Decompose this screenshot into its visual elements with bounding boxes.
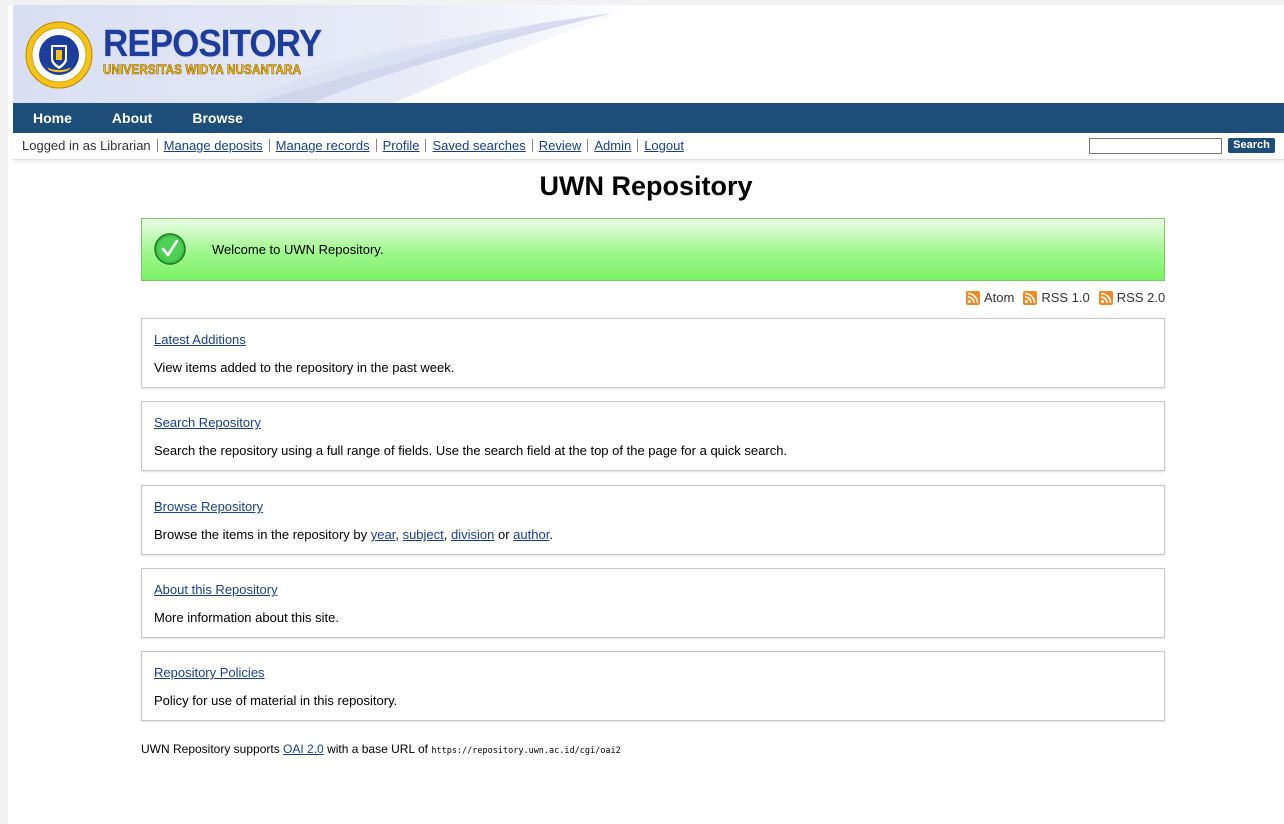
browse-sep: or — [494, 527, 514, 542]
rss2-label: RSS 2.0 — [1116, 290, 1166, 305]
search-repository-link[interactable]: Search Repository — [154, 415, 261, 430]
user-bar: Logged in as Librarian Manage deposits Man… — [13, 133, 1284, 160]
panel-about-repository: About this Repository More information a… — [141, 568, 1165, 638]
browse-by-subject-link[interactable]: subject — [403, 527, 444, 542]
admin-link[interactable]: Admin — [594, 138, 631, 153]
atom-feed-link[interactable]: Atom — [966, 290, 1014, 305]
search-button[interactable]: Search — [1228, 138, 1275, 153]
panel-search-repository: Search Repository Search the repository … — [141, 401, 1165, 471]
feed-links: Atom RSS 1.0 RSS 2.0 — [966, 290, 1165, 305]
checkmark-icon — [154, 233, 186, 265]
rss2-feed-link[interactable]: RSS 2.0 — [1098, 290, 1166, 305]
separator — [637, 139, 639, 152]
footer-prefix: UWN Repository supports — [141, 742, 284, 756]
browse-sep: , — [395, 527, 403, 542]
panel-latest-additions: Latest Additions View items added to the… — [141, 318, 1165, 388]
browse-by-division-link[interactable]: division — [451, 527, 494, 542]
browse-desc-prefix: Browse the items in the repository by — [154, 527, 371, 542]
rss1-feed-link[interactable]: RSS 1.0 — [1023, 290, 1090, 305]
panel-description: Policy for use of material in this repos… — [154, 693, 398, 708]
oai-link[interactable]: OAI 2.0 — [283, 742, 324, 756]
footer-middle: with a base URL of — [323, 742, 432, 756]
separator — [425, 139, 427, 152]
panel-browse-repository: Browse Repository Browse the items in th… — [141, 485, 1165, 555]
atom-label: Atom — [984, 290, 1015, 305]
panel-description: Search the repository using a full range… — [154, 443, 788, 458]
site-header: REPOSITORY UNIVERSITAS WIDYA NUSANTARA — [13, 5, 1284, 103]
latest-additions-link[interactable]: Latest Additions — [154, 332, 246, 347]
review-link[interactable]: Review — [539, 138, 582, 153]
nav-browse[interactable]: Browse — [172, 103, 263, 133]
separator — [268, 139, 270, 152]
browse-repository-link[interactable]: Browse Repository — [154, 499, 263, 514]
separator — [156, 139, 158, 152]
welcome-text: Welcome to UWN Repository. — [212, 242, 384, 257]
welcome-message-box: Welcome to UWN Repository. — [141, 218, 1165, 281]
browse-desc-suffix: . — [549, 527, 553, 542]
rss1-label: RSS 1.0 — [1041, 290, 1090, 305]
panel-description: View items added to the repository in th… — [154, 360, 455, 375]
logout-link[interactable]: Logout — [644, 138, 684, 153]
oai-footer: UWN Repository supports OAI 2.0 with a b… — [141, 742, 621, 756]
nav-home[interactable]: Home — [13, 103, 92, 133]
profile-link[interactable]: Profile — [383, 138, 420, 153]
saved-searches-link[interactable]: Saved searches — [432, 138, 525, 153]
page: REPOSITORY UNIVERSITAS WIDYA NUSANTARA H… — [8, 5, 1284, 824]
main-nav: Home About Browse — [13, 103, 1284, 133]
about-repository-link[interactable]: About this Repository — [154, 582, 278, 597]
oai-base-url: https://repository.uwn.ac.id/cgi/oai2 — [431, 746, 621, 756]
user-links: Logged in as Librarian Manage deposits Man… — [22, 138, 684, 153]
separator — [375, 139, 377, 152]
repository-policies-link[interactable]: Repository Policies — [154, 665, 265, 680]
quick-search-input[interactable] — [1089, 138, 1222, 154]
manage-deposits-link[interactable]: Manage deposits — [164, 138, 263, 153]
rss-icon — [1098, 290, 1113, 305]
browse-by-year-link[interactable]: year — [371, 527, 396, 542]
logged-in-label: Logged in as Librarian — [22, 138, 151, 153]
browse-sep: , — [443, 527, 452, 542]
rss-icon — [1023, 290, 1038, 305]
rss-icon — [966, 290, 980, 305]
logo-title: REPOSITORY — [103, 23, 322, 65]
panel-description: More information about this site. — [154, 610, 339, 625]
university-seal-logo[interactable] — [25, 21, 93, 89]
separator — [587, 139, 589, 152]
page-title: UWN Repository — [539, 171, 753, 201]
manage-records-link[interactable]: Manage records — [276, 138, 370, 153]
nav-about[interactable]: About — [92, 103, 172, 133]
panel-description: Browse the items in the repository by ye… — [154, 527, 553, 542]
panel-repository-policies: Repository Policies Policy for use of ma… — [141, 651, 1165, 721]
separator — [531, 139, 533, 152]
logo-subtitle: UNIVERSITAS WIDYA NUSANTARA — [103, 62, 302, 77]
browse-by-author-link[interactable]: author — [513, 527, 549, 542]
